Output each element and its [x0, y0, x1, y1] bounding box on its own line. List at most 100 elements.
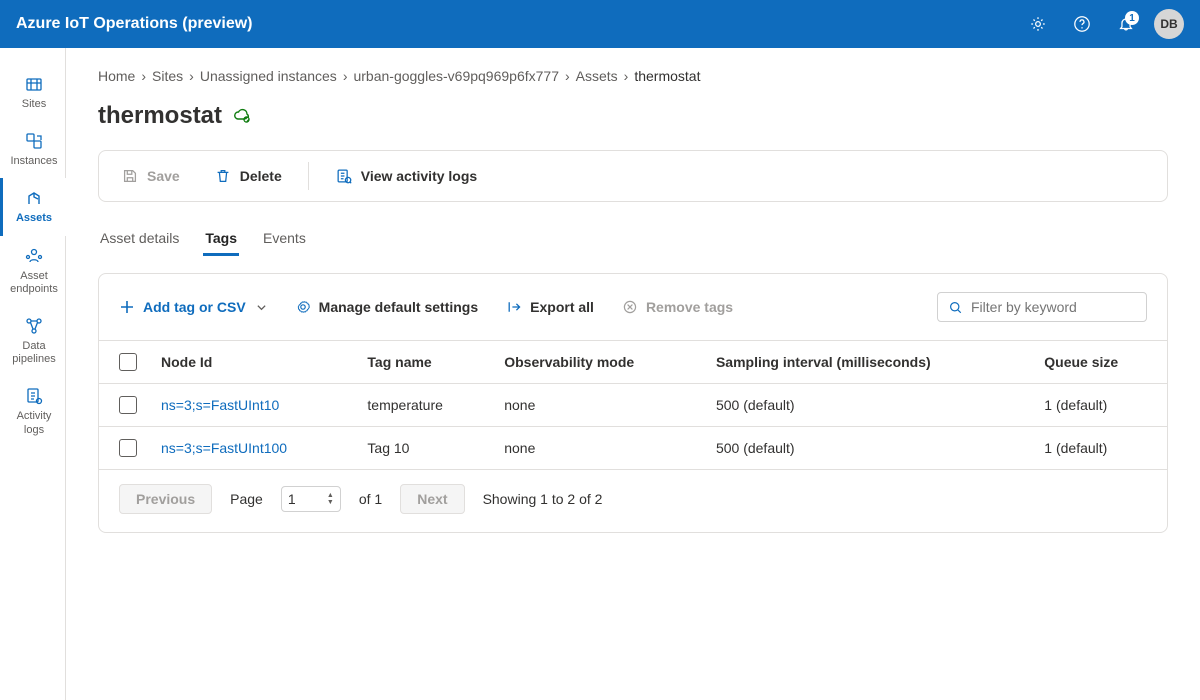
filter-box[interactable] [937, 292, 1147, 322]
gear-icon [295, 299, 311, 315]
showing-label: Showing 1 to 2 of 2 [483, 491, 603, 507]
tab-events[interactable]: Events [261, 224, 308, 256]
tab-asset-details[interactable]: Asset details [98, 224, 181, 256]
cell-tag-name: Tag 10 [355, 427, 492, 470]
main-content: Home › Sites › Unassigned instances › urban… [66, 48, 1200, 700]
page-number-input[interactable]: 1 ▲ ▼ [281, 486, 341, 512]
notifications-button[interactable]: 1 [1110, 8, 1142, 40]
nav-assets[interactable]: Assets [0, 178, 65, 235]
breadcrumb-sep: › [565, 68, 570, 84]
remove-tags-button: Remove tags [622, 299, 733, 315]
view-activity-logs-button[interactable]: View activity logs [327, 161, 485, 191]
cell-sampling: 500 (default) [704, 384, 1032, 427]
tags-table: Node Id Tag name Observability mode Samp… [99, 340, 1167, 470]
chevron-down-icon[interactable]: ▼ [327, 499, 334, 506]
nav-sites[interactable]: Sites [0, 64, 65, 121]
cell-tag-name: temperature [355, 384, 492, 427]
page-of-label: of 1 [359, 491, 382, 507]
breadcrumb: Home › Sites › Unassigned instances › urban… [98, 68, 1168, 84]
nav-asset-endpoints[interactable]: Asset endpoints [0, 236, 65, 306]
add-tag-label: Add tag or CSV [143, 299, 246, 315]
breadcrumb-link[interactable]: Sites [152, 68, 183, 84]
table-row: ns=3;s=FastUInt10 temperature none 500 (… [99, 384, 1167, 427]
topbar: Azure IoT Operations (preview) [0, 0, 1200, 48]
cell-sampling: 500 (default) [704, 427, 1032, 470]
table-row: ns=3;s=FastUInt100 Tag 10 none 500 (defa… [99, 427, 1167, 470]
row-checkbox[interactable] [119, 396, 137, 414]
breadcrumb-link[interactable]: urban-goggles-v69pq969p6fx777 [353, 68, 559, 84]
col-sampling[interactable]: Sampling interval (milliseconds) [704, 341, 1032, 384]
breadcrumb-sep: › [141, 68, 146, 84]
breadcrumb-sep: › [343, 68, 348, 84]
cell-observability: none [492, 384, 704, 427]
gear-icon [1029, 15, 1047, 33]
remove-icon [622, 299, 638, 315]
tags-toolbar: Add tag or CSV Manage default settings [99, 292, 1167, 340]
instances-icon [24, 131, 44, 151]
page-label: Page [230, 491, 263, 507]
node-id-link[interactable]: ns=3;s=FastUInt100 [161, 440, 287, 456]
nav-label: Asset endpoints [7, 270, 61, 296]
tab-tags[interactable]: Tags [203, 224, 239, 256]
chevron-up-icon[interactable]: ▲ [327, 492, 334, 499]
export-label: Export all [530, 299, 594, 315]
manage-defaults-button[interactable]: Manage default settings [295, 299, 478, 315]
chevron-down-icon [256, 302, 267, 313]
help-button[interactable] [1066, 8, 1098, 40]
page-title-row: thermostat [98, 102, 1168, 130]
remove-label: Remove tags [646, 299, 733, 315]
toolbar-divider [308, 162, 309, 190]
settings-button[interactable] [1022, 8, 1054, 40]
row-checkbox[interactable] [119, 439, 137, 457]
breadcrumb-sep: › [189, 68, 194, 84]
assets-icon [24, 188, 44, 208]
breadcrumb-link[interactable]: Unassigned instances [200, 68, 337, 84]
node-id-link[interactable]: ns=3;s=FastUInt10 [161, 397, 279, 413]
breadcrumb-current: thermostat [634, 68, 700, 84]
page-spinner[interactable]: ▲ ▼ [327, 492, 334, 506]
delete-label: Delete [240, 168, 282, 184]
col-node-id[interactable]: Node Id [149, 341, 355, 384]
nav-data-pipelines[interactable]: Data pipelines [0, 306, 65, 376]
page-value: 1 [288, 491, 296, 507]
tabs: Asset details Tags Events [98, 224, 1168, 257]
nav-activity-logs[interactable]: Activity logs [0, 376, 65, 446]
save-icon [121, 167, 139, 185]
cloud-sync-icon [232, 106, 252, 126]
activity-label: View activity logs [361, 168, 477, 184]
nav-instances[interactable]: Instances [0, 121, 65, 178]
delete-icon [214, 167, 232, 185]
cell-queue: 1 (default) [1032, 384, 1167, 427]
topbar-right: 1 DB [1022, 8, 1184, 40]
cell-queue: 1 (default) [1032, 427, 1167, 470]
select-all-checkbox[interactable] [119, 353, 137, 371]
manage-defaults-label: Manage default settings [319, 299, 478, 315]
pager: Previous Page 1 ▲ ▼ of 1 Next Showing 1 … [99, 470, 1167, 532]
notifications-count: 1 [1125, 11, 1139, 25]
breadcrumb-sep: › [624, 68, 629, 84]
add-tag-button[interactable]: Add tag or CSV [119, 299, 267, 315]
breadcrumb-link[interactable]: Assets [576, 68, 618, 84]
col-queue[interactable]: Queue size [1032, 341, 1167, 384]
endpoints-icon [24, 246, 44, 266]
breadcrumb-link[interactable]: Home [98, 68, 135, 84]
filter-input[interactable] [971, 299, 1136, 315]
export-icon [506, 299, 522, 315]
page-title: thermostat [98, 102, 222, 130]
table-header-row: Node Id Tag name Observability mode Samp… [99, 341, 1167, 384]
app-title: Azure IoT Operations (preview) [16, 15, 252, 33]
cell-observability: none [492, 427, 704, 470]
search-icon [948, 300, 963, 315]
export-all-button[interactable]: Export all [506, 299, 594, 315]
col-observability[interactable]: Observability mode [492, 341, 704, 384]
left-nav: Sites Instances Assets [0, 48, 66, 700]
tags-panel: Add tag or CSV Manage default settings [98, 273, 1168, 533]
delete-button[interactable]: Delete [206, 161, 290, 191]
help-icon [1073, 15, 1091, 33]
activity-icon [335, 167, 353, 185]
col-tag-name[interactable]: Tag name [355, 341, 492, 384]
asset-toolbar: Save Delete View activity logs [98, 150, 1168, 202]
activity-logs-icon [24, 386, 44, 406]
nav-label: Assets [16, 212, 52, 225]
avatar[interactable]: DB [1154, 9, 1184, 39]
